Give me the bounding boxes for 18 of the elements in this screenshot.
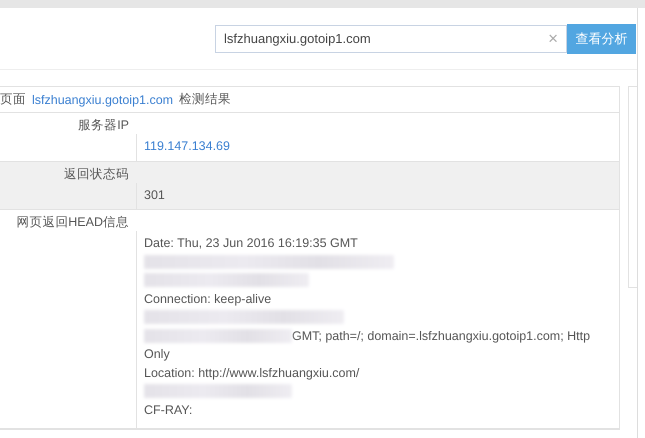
search-field[interactable]: lsfzhuangxiu.gotoip1.com × [215, 24, 567, 52]
domain-link[interactable]: lsfzhuangxiu.gotoip1.com [32, 92, 174, 106]
header-line: Connection: keep-alive [144, 292, 272, 306]
title-prefix: 页面 [0, 91, 26, 108]
header-line: CF-RAY: [144, 402, 192, 417]
header-line: Date: Thu, 23 Jun 2016 16:19:35 GMT [144, 236, 358, 250]
ip-value: 119.147.134.69 [144, 139, 230, 154]
analyze-button[interactable]: 查看分析 [567, 24, 636, 54]
header-line: GMT; path=/; domain=.lsfzhuangxiu.gotoip1.com; Http [292, 328, 590, 343]
header-line: Only [144, 347, 170, 362]
clear-icon[interactable]: × [548, 28, 558, 48]
status-value: 301 [144, 188, 165, 202]
row-label: 返回状态码 [63, 166, 130, 182]
row-label: 网页返回HEAD信息 [15, 214, 130, 231]
header-line: Location: http://www.lsfzhuangxiu.com/ [144, 366, 360, 380]
title-suffix: 检测结果 [179, 91, 232, 108]
row-label: 服务器IP [77, 117, 130, 134]
search-input[interactable]: lsfzhuangxiu.gotoip1.com [224, 31, 548, 46]
